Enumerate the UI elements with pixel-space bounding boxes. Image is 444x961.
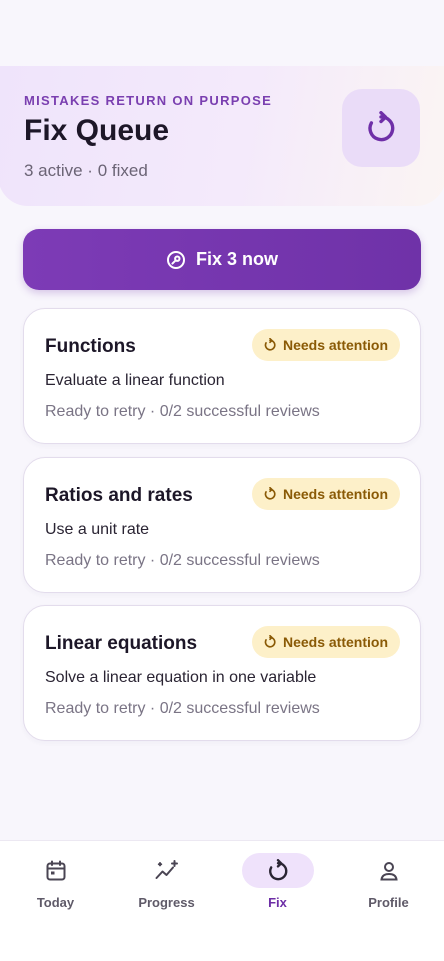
status-badge: Needs attention (251, 478, 400, 510)
tab-icon-wrap (20, 853, 92, 888)
retry-icon (264, 338, 276, 351)
refresh-queue-button[interactable] (342, 89, 420, 167)
card-topic: Functions (45, 336, 136, 357)
header-eyebrow: MISTAKES RETURN ON PURPOSE (24, 93, 273, 108)
fix-now-label: Fix 3 now (195, 249, 278, 269)
tab-label: Fix (268, 895, 287, 910)
queue-card[interactable]: Ratios and rates Needs attention Use a u… (23, 457, 421, 593)
tab-icon-wrap (131, 853, 203, 888)
queue-card[interactable]: Functions Needs attention Evaluate a lin… (23, 308, 421, 444)
tab-fix[interactable]: Fix (222, 841, 333, 921)
retry-icon (268, 858, 287, 880)
tab-progress[interactable]: Progress (111, 841, 222, 921)
card-skill: Use a unit rate (45, 521, 150, 538)
retry-icon (368, 111, 395, 142)
tab-label: Profile (368, 895, 409, 910)
card-status: Ready to retry · 0/2 successful reviews (45, 700, 320, 717)
card-skill: Solve a linear equation in one variable (45, 669, 317, 686)
tab-label: Progress (138, 895, 195, 910)
calendar-icon (46, 860, 65, 880)
queue-card[interactable]: Linear equations Needs attention Solve a… (23, 605, 421, 741)
wrench-icon (166, 250, 185, 269)
header-panel: MISTAKES RETURN ON PURPOSE Fix Queue 3 a… (0, 66, 444, 206)
status-badge-label: Needs attention (282, 634, 388, 650)
card-topic: Ratios and rates (45, 485, 193, 506)
status-badge: Needs attention (251, 329, 400, 361)
tab-icon-wrap (241, 853, 314, 888)
bottom-tab-bar: Today Progress Fix Profile (0, 840, 444, 961)
status-badge-label: Needs attention (282, 337, 388, 353)
person-icon (379, 861, 398, 880)
tab-today[interactable]: Today (0, 841, 111, 921)
tab-icon-wrap (353, 853, 425, 888)
tab-label: Today (36, 895, 75, 910)
fix-now-button[interactable]: Fix 3 now (23, 229, 421, 290)
status-badge-label: Needs attention (282, 486, 388, 502)
page-title: Fix Queue (24, 114, 170, 147)
retry-icon (264, 635, 276, 648)
card-status: Ready to retry · 0/2 successful reviews (45, 552, 320, 569)
queue-summary: 3 active · 0 fixed (24, 161, 148, 180)
card-skill: Evaluate a linear function (45, 372, 225, 389)
tab-profile[interactable]: Profile (333, 841, 444, 921)
retry-icon (264, 487, 276, 500)
status-badge: Needs attention (251, 626, 400, 658)
trend-sparkle-icon (155, 859, 178, 879)
card-topic: Linear equations (45, 633, 198, 654)
card-status: Ready to retry · 0/2 successful reviews (45, 403, 320, 420)
